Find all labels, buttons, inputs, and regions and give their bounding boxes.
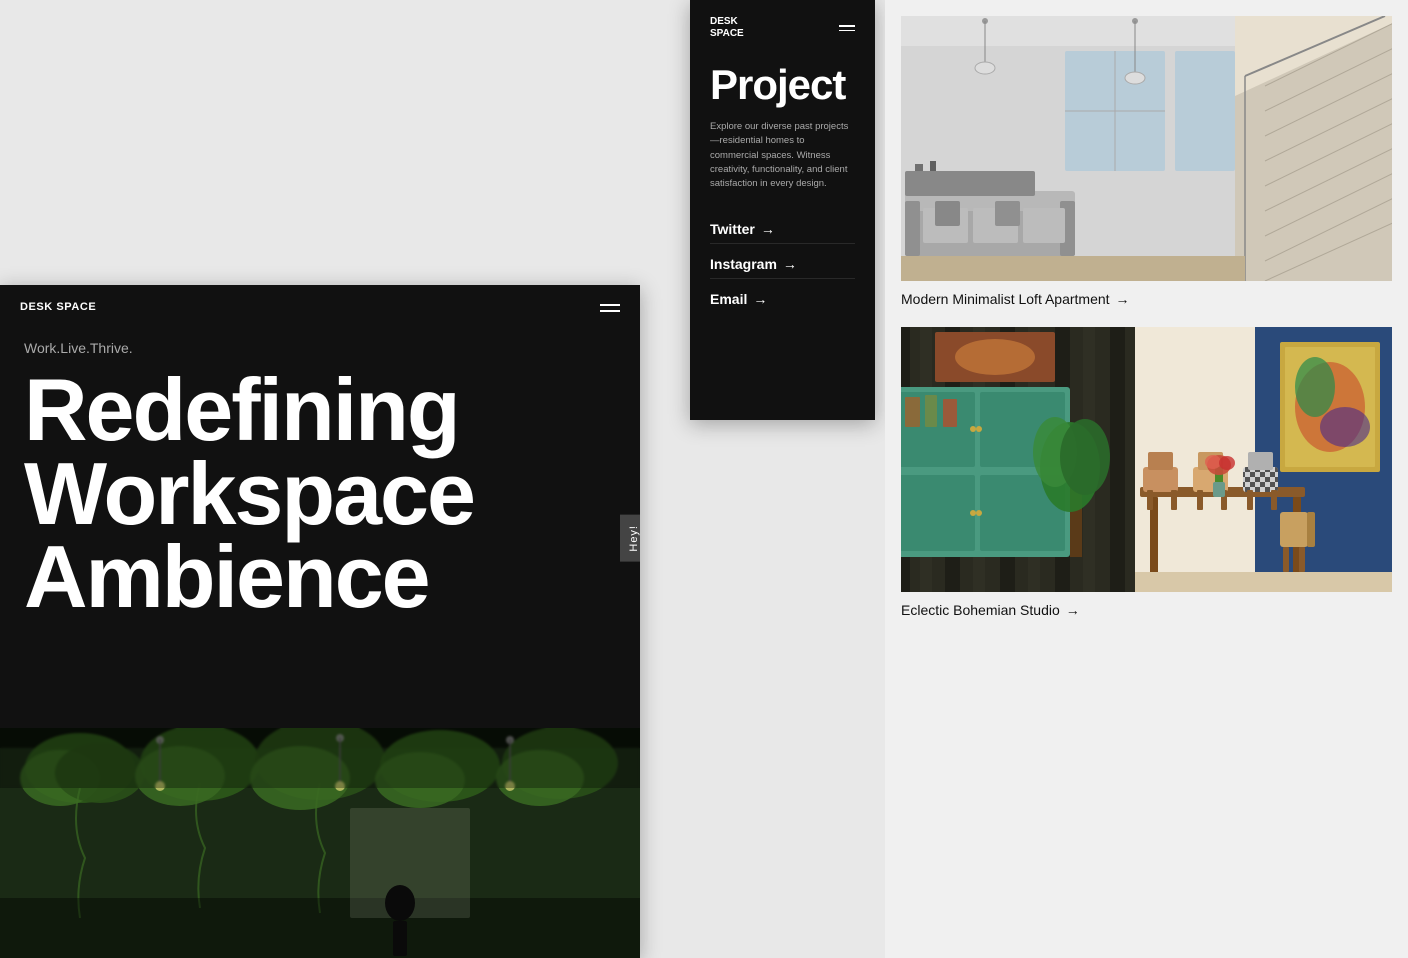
project-description: Explore our diverse past projects—reside… [710,120,855,191]
middle-logo: DESKSPACE [710,16,744,40]
twitter-arrow: → [761,221,775,237]
project-title: Project [710,64,855,106]
tagline: Work.Live.Thrive. [24,340,616,356]
email-link[interactable]: Email → [710,285,855,313]
project-label-1[interactable]: Modern Minimalist Loft Apartment → [901,291,1392,307]
left-window: DESK SPACE Work.Live.Thrive. Redefining … [0,285,640,958]
project-card-1: Modern Minimalist Loft Apartment → [901,16,1392,307]
left-menu-icon[interactable] [600,304,620,312]
middle-menu-icon[interactable] [839,25,855,31]
instagram-arrow: → [783,256,797,272]
project-title-2: Eclectic Bohemian Studio [901,602,1060,618]
twitter-label: Twitter [710,221,755,237]
plants-image [0,728,640,958]
project-label-2[interactable]: Eclectic Bohemian Studio → [901,602,1392,618]
email-label: Email [710,291,747,307]
middle-panel: DESKSPACE Project Explore our diverse pa… [690,0,875,420]
project-arrow-1: → [1116,291,1130,307]
project-card-2: Eclectic Bohemian Studio → [901,327,1392,618]
middle-panel-header: DESKSPACE [710,16,855,40]
left-header: DESK SPACE [0,285,640,330]
hero-title: Redefining Workspace Ambience [24,368,616,619]
hero-line-3: Ambience [24,527,429,626]
project-title-1: Modern Minimalist Loft Apartment [901,291,1110,307]
bohemian-image [901,327,1392,592]
left-content: Work.Live.Thrive. Redefining Workspace A… [0,330,640,643]
images-panel: Modern Minimalist Loft Apartment → [885,0,1408,958]
instagram-link[interactable]: Instagram → [710,250,855,279]
hey-button[interactable]: Hey! [620,515,640,562]
top-gray-area [0,0,690,285]
loft-image [901,16,1392,281]
project-arrow-2: → [1066,602,1080,618]
email-arrow: → [753,291,767,307]
plants-svg [0,728,640,958]
left-image-area [0,728,640,958]
twitter-link[interactable]: Twitter → [710,215,855,244]
left-logo: DESK SPACE [20,301,96,314]
social-links: Twitter → Instagram → Email → [710,215,855,313]
instagram-label: Instagram [710,256,777,272]
